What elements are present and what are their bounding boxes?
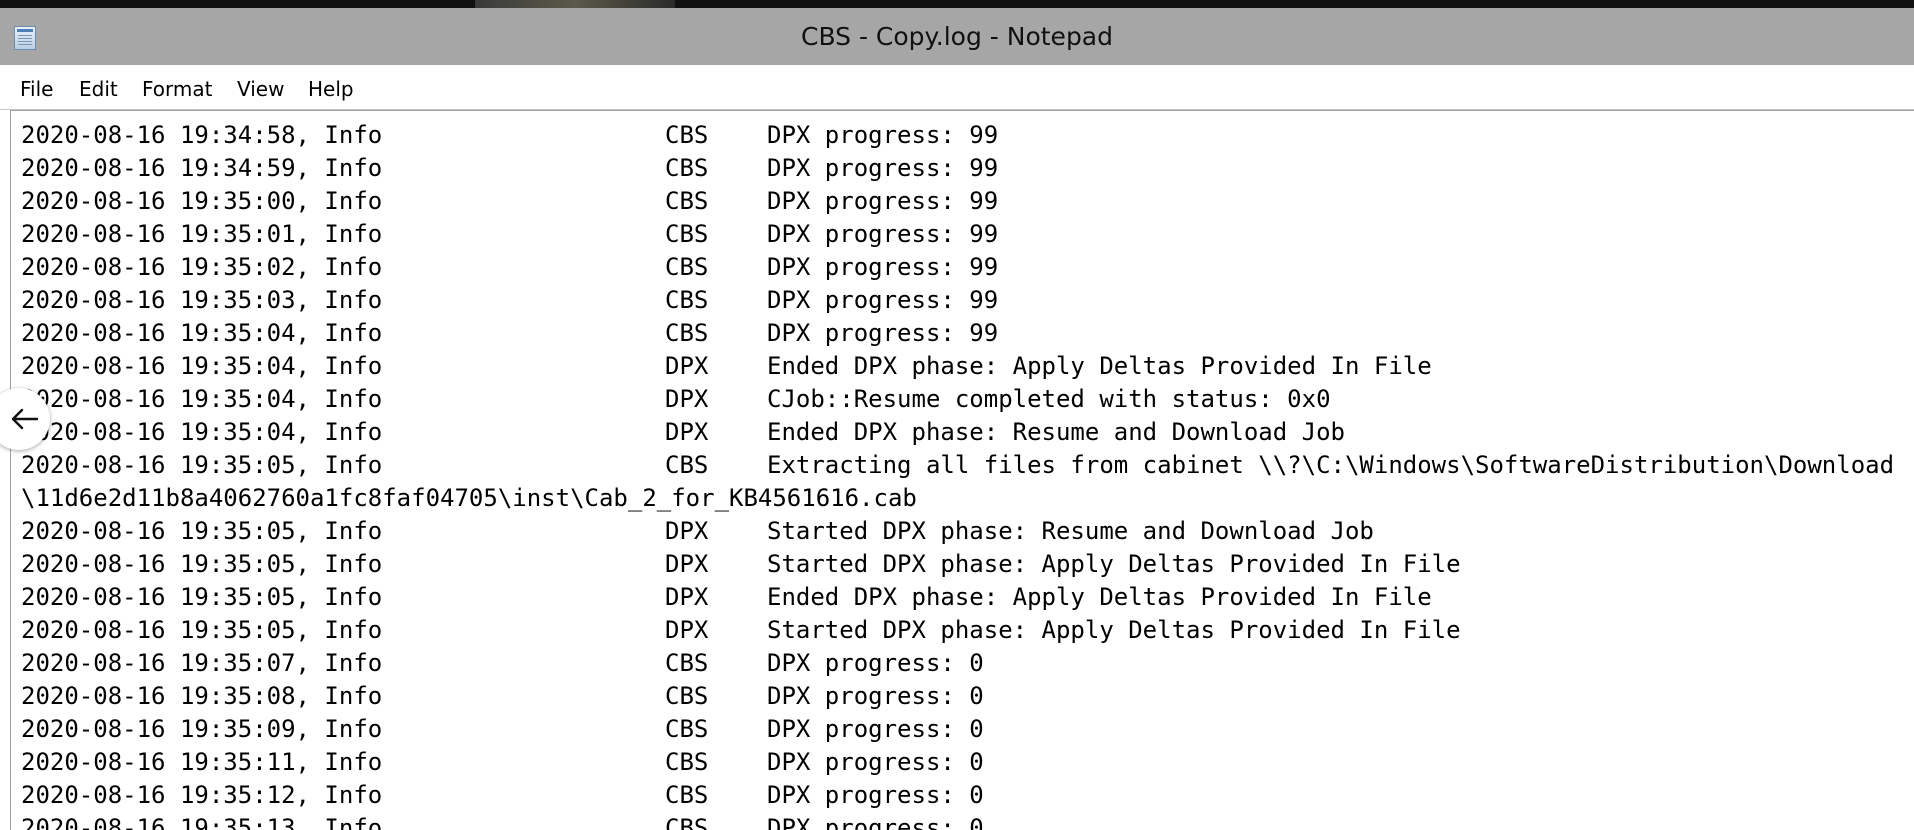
log-source: CBS — [665, 319, 709, 347]
log-source: CBS — [665, 814, 709, 830]
log-message: DPX progress: 99 — [767, 121, 999, 149]
log-message: DPX progress: 99 — [767, 220, 999, 248]
log-message: DPX progress: 99 — [767, 253, 999, 281]
log-timestamp: 2020-08-16 19:35:09, Info — [21, 715, 383, 743]
log-message: CJob::Resume completed with status: 0x0 — [767, 385, 1331, 413]
log-source: CBS — [665, 451, 709, 479]
log-message: DPX progress: 0 — [767, 682, 984, 710]
log-message: Started DPX phase: Apply Deltas Provided… — [767, 616, 1461, 644]
log-source: DPX — [665, 517, 709, 545]
log-timestamp: 2020-08-16 19:35:04, Info — [21, 385, 383, 413]
log-source: CBS — [665, 286, 709, 314]
log-timestamp: 2020-08-16 19:35:03, Info — [21, 286, 383, 314]
log-timestamp: 2020-08-16 19:35:00, Info — [21, 187, 383, 215]
menu-file[interactable]: File — [16, 65, 57, 109]
menu-view[interactable]: View — [233, 65, 288, 109]
log-message: Started DPX phase: Apply Deltas Provided… — [767, 550, 1461, 578]
text-editor-area[interactable]: 2020-08-16 19:34:58, Info CBS DPX progress… — [10, 110, 1914, 830]
log-timestamp: 2020-08-16 19:35:11, Info — [21, 748, 383, 776]
log-message: DPX progress: 0 — [767, 715, 984, 743]
log-source: DPX — [665, 385, 709, 413]
log-source: CBS — [665, 187, 709, 215]
log-timestamp: 2020-08-16 19:35:04, Info — [21, 352, 383, 380]
log-source: CBS — [665, 253, 709, 281]
log-source: DPX — [665, 352, 709, 380]
log-message: Ended DPX phase: Resume and Download Job — [767, 418, 1345, 446]
log-timestamp: 2020-08-16 19:35:01, Info — [21, 220, 383, 248]
log-message: DPX progress: 0 — [767, 781, 984, 809]
log-message: Ended DPX phase: Apply Deltas Provided I… — [767, 583, 1432, 611]
menu-bar: File Edit Format View Help — [0, 65, 1914, 110]
log-timestamp: 2020-08-16 19:35:05, Info — [21, 451, 383, 479]
log-source: CBS — [665, 781, 709, 809]
log-message: DPX progress: 0 — [767, 748, 984, 776]
log-timestamp: 2020-08-16 19:35:05, Info — [21, 550, 383, 578]
log-message: DPX progress: 99 — [767, 286, 999, 314]
log-source: CBS — [665, 154, 709, 182]
window-title: CBS - Copy.log - Notepad — [800, 22, 1113, 51]
log-timestamp: 2020-08-16 19:35:07, Info — [21, 649, 383, 677]
background-strip — [0, 0, 1914, 8]
log-source: CBS — [665, 715, 709, 743]
log-timestamp: 2020-08-16 19:34:58, Info — [21, 121, 383, 149]
log-message: Ended DPX phase: Apply Deltas Provided I… — [767, 352, 1432, 380]
log-timestamp: 2020-08-16 19:35:02, Info — [21, 253, 383, 281]
log-message: Extracting all files from cabinet \\?\C:… — [767, 451, 1895, 479]
log-timestamp: 2020-08-16 19:35:04, Info — [21, 319, 383, 347]
log-timestamp: 2020-08-16 19:34:59, Info — [21, 154, 383, 182]
log-source: CBS — [665, 121, 709, 149]
log-message: DPX progress: 0 — [767, 649, 984, 677]
log-source: CBS — [665, 748, 709, 776]
log-source: CBS — [665, 682, 709, 710]
log-message: DPX progress: 99 — [767, 187, 999, 215]
log-message: Started DPX phase: Resume and Download J… — [767, 517, 1374, 545]
title-bar[interactable]: CBS - Copy.log - Notepad — [0, 8, 1914, 65]
log-source: DPX — [665, 616, 709, 644]
arrow-left-icon — [11, 408, 39, 430]
log-message: DPX progress: 99 — [767, 154, 999, 182]
log-message: DPX progress: 0 — [767, 814, 984, 830]
log-timestamp: 2020-08-16 19:35:05, Info — [21, 616, 383, 644]
log-timestamp: 2020-08-16 19:35:08, Info — [21, 682, 383, 710]
log-timestamp: 2020-08-16 19:35:04, Info — [21, 418, 383, 446]
log-timestamp: 2020-08-16 19:35:05, Info — [21, 517, 383, 545]
log-source: DPX — [665, 418, 709, 446]
log-source: CBS — [665, 649, 709, 677]
background-window-edge — [475, 0, 675, 8]
menu-format[interactable]: Format — [138, 65, 216, 109]
log-timestamp: 2020-08-16 19:35:12, Info — [21, 781, 383, 809]
log-source: CBS — [665, 220, 709, 248]
log-message: DPX progress: 99 — [767, 319, 999, 347]
log-timestamp: 2020-08-16 19:35:05, Info — [21, 583, 383, 611]
log-source: DPX — [665, 550, 709, 578]
log-source: DPX — [665, 583, 709, 611]
log-timestamp: 2020-08-16 19:35:13, Info — [21, 814, 383, 830]
notepad-window: CBS - Copy.log - Notepad File Edit Forma… — [0, 8, 1914, 830]
menu-help[interactable]: Help — [304, 65, 358, 109]
menu-edit[interactable]: Edit — [75, 65, 122, 109]
log-wrap-text: \11d6e2d11b8a4062760a1fc8faf04705\inst\C… — [21, 484, 917, 512]
